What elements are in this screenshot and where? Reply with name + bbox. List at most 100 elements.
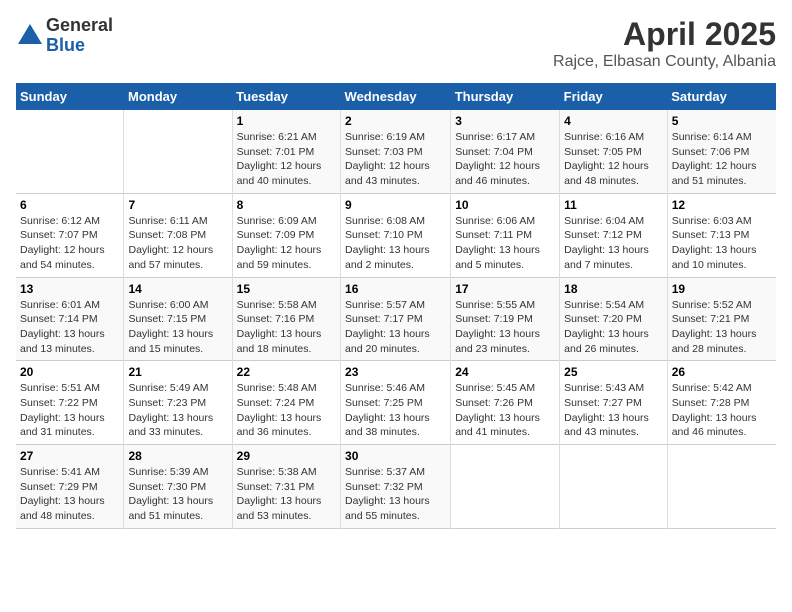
- day-number: 28: [128, 449, 227, 463]
- day-number: 29: [237, 449, 336, 463]
- day-number: 13: [20, 282, 119, 296]
- calendar-cell: 28 Sunrise: 5:39 AM Sunset: 7:30 PM Dayli…: [124, 445, 232, 529]
- calendar-cell: 20 Sunrise: 5:51 AM Sunset: 7:22 PM Dayli…: [16, 361, 124, 445]
- day-number: 24: [455, 365, 555, 379]
- day-info: Sunrise: 5:57 AM Sunset: 7:17 PM Dayligh…: [345, 298, 446, 357]
- day-info: Sunrise: 6:00 AM Sunset: 7:15 PM Dayligh…: [128, 298, 227, 357]
- day-number: 3: [455, 114, 555, 128]
- calendar-cell: 23Sunrise: 5:46 AM Sunset: 7:25 PM Dayli…: [341, 361, 451, 445]
- weekday-header-sunday: Sunday: [16, 83, 124, 110]
- calendar-title: April 2025: [553, 16, 776, 53]
- week-row-3: 13Sunrise: 6:01 AM Sunset: 7:14 PM Dayli…: [16, 277, 776, 361]
- day-number: 17: [455, 282, 555, 296]
- calendar-cell: 9 Sunrise: 6:08 AM Sunset: 7:10 PM Daylig…: [341, 193, 451, 277]
- day-number: 2: [345, 114, 446, 128]
- calendar-cell: [667, 445, 776, 529]
- day-number: 22: [237, 365, 336, 379]
- calendar-cell: 6 Sunrise: 6:12 AM Sunset: 7:07 PM Daylig…: [16, 193, 124, 277]
- calendar-cell: 18 Sunrise: 5:54 AM Sunset: 7:20 PM Dayli…: [560, 277, 668, 361]
- day-number: 21: [128, 365, 227, 379]
- calendar-cell: 14 Sunrise: 6:00 AM Sunset: 7:15 PM Dayli…: [124, 277, 232, 361]
- day-number: 5: [672, 114, 772, 128]
- day-number: 18: [564, 282, 663, 296]
- day-info: Sunrise: 6:14 AM Sunset: 7:06 PM Dayligh…: [672, 130, 772, 189]
- calendar-cell: 27 Sunrise: 5:41 AM Sunset: 7:29 PM Dayli…: [16, 445, 124, 529]
- logo-icon: [16, 22, 44, 50]
- day-number: 4: [564, 114, 663, 128]
- day-info: Sunrise: 6:21 AM Sunset: 7:01 PM Dayligh…: [237, 130, 336, 189]
- week-row-1: 1 Sunrise: 6:21 AM Sunset: 7:01 PM Daylig…: [16, 110, 776, 193]
- week-row-4: 20 Sunrise: 5:51 AM Sunset: 7:22 PM Dayli…: [16, 361, 776, 445]
- day-info: Sunrise: 5:46 AM Sunset: 7:25 PM Dayligh…: [345, 381, 446, 440]
- day-number: 20: [20, 365, 119, 379]
- day-info: Sunrise: 6:16 AM Sunset: 7:05 PM Dayligh…: [564, 130, 663, 189]
- day-info: Sunrise: 6:12 AM Sunset: 7:07 PM Dayligh…: [20, 214, 119, 273]
- day-info: Sunrise: 5:54 AM Sunset: 7:20 PM Dayligh…: [564, 298, 663, 357]
- logo-general: General: [46, 16, 113, 36]
- day-info: Sunrise: 5:45 AM Sunset: 7:26 PM Dayligh…: [455, 381, 555, 440]
- calendar-cell: 7 Sunrise: 6:11 AM Sunset: 7:08 PM Daylig…: [124, 193, 232, 277]
- calendar-cell: 26 Sunrise: 5:42 AM Sunset: 7:28 PM Dayli…: [667, 361, 776, 445]
- calendar-cell: [451, 445, 560, 529]
- day-info: Sunrise: 6:11 AM Sunset: 7:08 PM Dayligh…: [128, 214, 227, 273]
- day-info: Sunrise: 5:43 AM Sunset: 7:27 PM Dayligh…: [564, 381, 663, 440]
- day-number: 27: [20, 449, 119, 463]
- calendar-cell: 2Sunrise: 6:19 AM Sunset: 7:03 PM Daylig…: [341, 110, 451, 193]
- logo: General Blue: [16, 16, 113, 56]
- day-number: 25: [564, 365, 663, 379]
- calendar-cell: 19Sunrise: 5:52 AM Sunset: 7:21 PM Dayli…: [667, 277, 776, 361]
- calendar-cell: 24 Sunrise: 5:45 AM Sunset: 7:26 PM Dayli…: [451, 361, 560, 445]
- calendar-cell: 10Sunrise: 6:06 AM Sunset: 7:11 PM Dayli…: [451, 193, 560, 277]
- day-info: Sunrise: 5:39 AM Sunset: 7:30 PM Dayligh…: [128, 465, 227, 524]
- calendar-cell: 4 Sunrise: 6:16 AM Sunset: 7:05 PM Daylig…: [560, 110, 668, 193]
- day-info: Sunrise: 5:52 AM Sunset: 7:21 PM Dayligh…: [672, 298, 772, 357]
- calendar-table: SundayMondayTuesdayWednesdayThursdayFrid…: [16, 83, 776, 529]
- calendar-cell: [124, 110, 232, 193]
- calendar-cell: 29Sunrise: 5:38 AM Sunset: 7:31 PM Dayli…: [232, 445, 340, 529]
- calendar-cell: 8Sunrise: 6:09 AM Sunset: 7:09 PM Daylig…: [232, 193, 340, 277]
- calendar-cell: 16 Sunrise: 5:57 AM Sunset: 7:17 PM Dayli…: [341, 277, 451, 361]
- day-info: Sunrise: 5:51 AM Sunset: 7:22 PM Dayligh…: [20, 381, 119, 440]
- calendar-cell: 25 Sunrise: 5:43 AM Sunset: 7:27 PM Dayli…: [560, 361, 668, 445]
- day-info: Sunrise: 5:55 AM Sunset: 7:19 PM Dayligh…: [455, 298, 555, 357]
- day-info: Sunrise: 5:42 AM Sunset: 7:28 PM Dayligh…: [672, 381, 772, 440]
- weekday-header-saturday: Saturday: [667, 83, 776, 110]
- day-number: 6: [20, 198, 119, 212]
- calendar-subtitle: Rajce, Elbasan County, Albania: [553, 53, 776, 71]
- day-number: 11: [564, 198, 663, 212]
- day-number: 26: [672, 365, 772, 379]
- day-info: Sunrise: 6:04 AM Sunset: 7:12 PM Dayligh…: [564, 214, 663, 273]
- weekday-header-friday: Friday: [560, 83, 668, 110]
- day-info: Sunrise: 5:48 AM Sunset: 7:24 PM Dayligh…: [237, 381, 336, 440]
- page-header: General Blue April 2025 Rajce, Elbasan C…: [16, 16, 776, 71]
- day-number: 9: [345, 198, 446, 212]
- day-info: Sunrise: 6:08 AM Sunset: 7:10 PM Dayligh…: [345, 214, 446, 273]
- day-info: Sunrise: 6:06 AM Sunset: 7:11 PM Dayligh…: [455, 214, 555, 273]
- day-number: 16: [345, 282, 446, 296]
- day-number: 30: [345, 449, 446, 463]
- day-info: Sunrise: 6:17 AM Sunset: 7:04 PM Dayligh…: [455, 130, 555, 189]
- weekday-header-wednesday: Wednesday: [341, 83, 451, 110]
- day-info: Sunrise: 5:58 AM Sunset: 7:16 PM Dayligh…: [237, 298, 336, 357]
- calendar-cell: 21 Sunrise: 5:49 AM Sunset: 7:23 PM Dayli…: [124, 361, 232, 445]
- day-info: Sunrise: 5:41 AM Sunset: 7:29 PM Dayligh…: [20, 465, 119, 524]
- calendar-cell: 12 Sunrise: 6:03 AM Sunset: 7:13 PM Dayli…: [667, 193, 776, 277]
- day-number: 7: [128, 198, 227, 212]
- logo-blue: Blue: [46, 36, 113, 56]
- day-number: 12: [672, 198, 772, 212]
- day-info: Sunrise: 5:37 AM Sunset: 7:32 PM Dayligh…: [345, 465, 446, 524]
- weekday-header-monday: Monday: [124, 83, 232, 110]
- day-info: Sunrise: 5:49 AM Sunset: 7:23 PM Dayligh…: [128, 381, 227, 440]
- calendar-cell: 22 Sunrise: 5:48 AM Sunset: 7:24 PM Dayli…: [232, 361, 340, 445]
- day-number: 14: [128, 282, 227, 296]
- weekday-header-tuesday: Tuesday: [232, 83, 340, 110]
- day-info: Sunrise: 6:09 AM Sunset: 7:09 PM Dayligh…: [237, 214, 336, 273]
- weekday-header-row: SundayMondayTuesdayWednesdayThursdayFrid…: [16, 83, 776, 110]
- week-row-5: 27 Sunrise: 5:41 AM Sunset: 7:29 PM Dayli…: [16, 445, 776, 529]
- day-info: Sunrise: 6:03 AM Sunset: 7:13 PM Dayligh…: [672, 214, 772, 273]
- calendar-cell: 5 Sunrise: 6:14 AM Sunset: 7:06 PM Daylig…: [667, 110, 776, 193]
- day-number: 1: [237, 114, 336, 128]
- calendar-cell: 13Sunrise: 6:01 AM Sunset: 7:14 PM Dayli…: [16, 277, 124, 361]
- day-number: 15: [237, 282, 336, 296]
- title-block: April 2025 Rajce, Elbasan County, Albani…: [553, 16, 776, 71]
